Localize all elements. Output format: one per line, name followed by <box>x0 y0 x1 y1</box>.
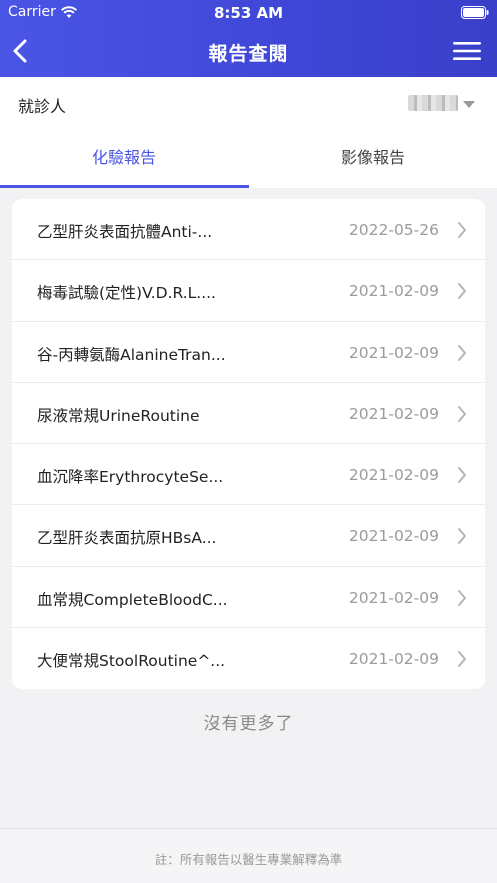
report-name: 梅毒試驗(定性)V.D.R.L.... <box>37 284 216 303</box>
list-item[interactable]: 乙型肝炎表面抗體Anti-... 2022-05-26 <box>12 199 485 261</box>
report-date: 2021-02-09 <box>348 649 439 668</box>
footer-note: 註：所有報告以醫生專業解釋為準 <box>154 852 343 867</box>
report-date: 2021-02-09 <box>348 282 439 301</box>
menu-icon[interactable] <box>453 41 481 61</box>
chevron-right-icon <box>458 650 466 667</box>
report-tabs: 化驗報告 影像報告 <box>0 129 497 188</box>
page-title: 報告查閱 <box>208 43 289 65</box>
tab-lab-reports[interactable]: 化驗報告 <box>0 129 248 188</box>
status-bar: Carrier 8:53 AM <box>0 0 497 26</box>
report-name: 乙型肝炎表面抗體Anti-... <box>37 223 213 241</box>
report-date: 2021-02-09 <box>348 343 439 362</box>
report-date: 2022-05-26 <box>348 221 439 239</box>
list-item[interactable]: 尿液常規UrineRoutine 2021-02-09 <box>12 383 485 444</box>
list-item[interactable]: 大便常規StoolRoutine^... 2021-02-09 <box>12 628 485 689</box>
report-date: 2021-02-09 <box>348 466 439 484</box>
chevron-right-icon <box>458 405 466 422</box>
report-date: 2021-02-09 <box>348 527 439 546</box>
chevron-right-icon <box>458 467 466 483</box>
patient-name-redacted <box>408 95 458 111</box>
navigation-bar: 報告查閱 <box>0 26 497 77</box>
list-item[interactable]: 血常規CompleteBloodC... 2021-02-09 <box>12 567 485 628</box>
chevron-right-icon <box>458 344 466 361</box>
patient-label: 就診人 <box>18 97 67 116</box>
no-more-label: 沒有更多了 <box>203 714 294 734</box>
report-list: 乙型肝炎表面抗體Anti-... 2022-05-26 梅毒試驗(定性)V.D.… <box>12 199 485 689</box>
list-item[interactable]: 乙型肝炎表面抗原HBsA... 2021-02-09 <box>12 505 485 567</box>
tab-imaging-reports[interactable]: 影像報告 <box>249 129 497 188</box>
report-name: 乙型肝炎表面抗原HBsA... <box>37 529 217 548</box>
list-item[interactable]: 梅毒試驗(定性)V.D.R.L.... 2021-02-09 <box>12 260 485 322</box>
chevron-right-icon <box>458 589 466 606</box>
battery-icon <box>461 6 489 19</box>
caret-down-icon[interactable] <box>463 101 475 108</box>
chevron-right-icon <box>458 283 466 300</box>
list-item[interactable]: 血沉降率ErythrocyteSe... 2021-02-09 <box>12 444 485 506</box>
report-date: 2021-02-09 <box>348 588 439 607</box>
report-date: 2021-02-09 <box>348 404 439 423</box>
chevron-right-icon <box>458 222 466 238</box>
report-name: 血沉降率ErythrocyteSe... <box>37 468 224 486</box>
report-name: 血常規CompleteBloodC... <box>37 590 228 609</box>
report-name: 谷-丙轉氨酶AlanineTran... <box>37 345 226 364</box>
active-tab-indicator <box>0 185 249 188</box>
chevron-right-icon <box>458 528 466 545</box>
app-header: Carrier 8:53 AM 報告查閱 <box>0 0 497 77</box>
report-name: 大便常規StoolRoutine^... <box>37 651 226 670</box>
footer: 註：所有報告以醫生專業解釋為準 <box>0 828 497 883</box>
status-time: 8:53 AM <box>213 4 284 22</box>
patient-selector[interactable]: 就診人 <box>0 77 497 129</box>
report-name: 尿液常規UrineRoutine <box>37 406 200 425</box>
list-item[interactable]: 谷-丙轉氨酶AlanineTran... 2021-02-09 <box>12 322 485 383</box>
